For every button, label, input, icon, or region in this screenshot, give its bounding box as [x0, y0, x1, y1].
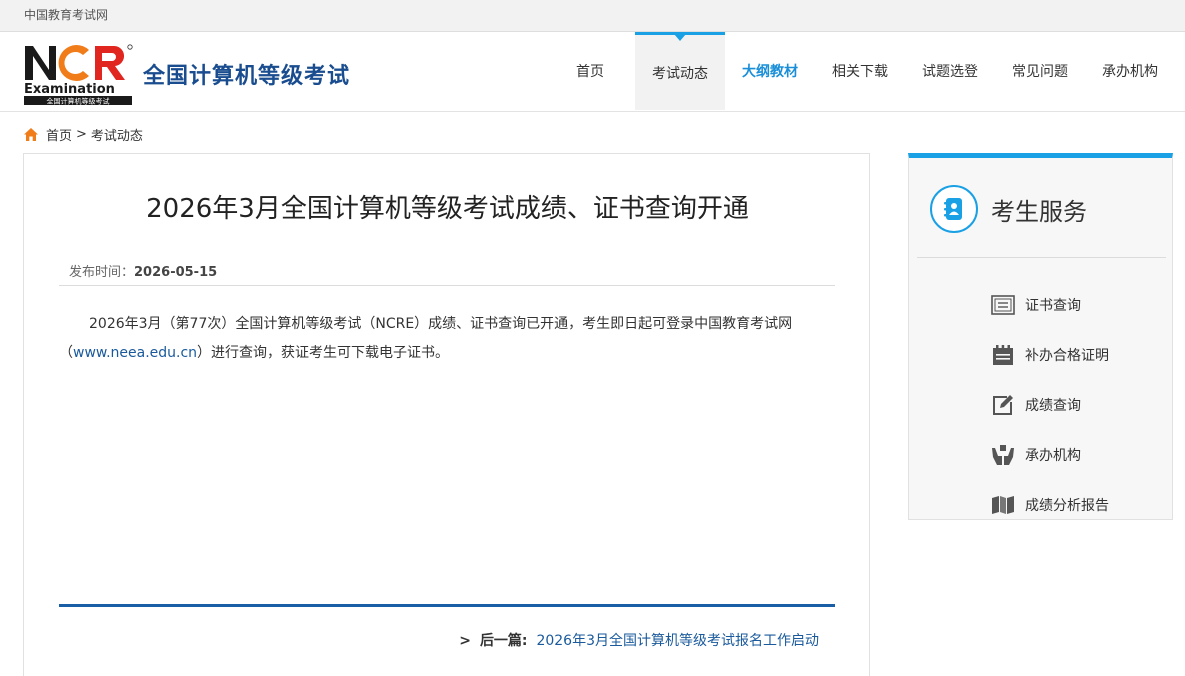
- nav-home[interactable]: 首页: [545, 32, 635, 110]
- breadcrumb: 首页 > 考试动态: [23, 124, 143, 144]
- service-label: 证书查询: [1025, 298, 1081, 314]
- services-badge-icon: [930, 185, 978, 233]
- article-body: 2026年3月（第77次）全国计算机等级考试（NCRE）成绩、证书查询已开通，考…: [59, 310, 835, 368]
- map-icon: [991, 494, 1015, 516]
- neea-top-link[interactable]: 中国教育考试网: [24, 6, 108, 23]
- article-meta: 发布时间：2026-05-15: [59, 261, 835, 286]
- article-title: 2026年3月全国计算机等级考试成绩、证书查询开通: [146, 194, 749, 224]
- certificate-icon: [991, 294, 1015, 316]
- next-label: 后一篇:: [479, 633, 528, 649]
- services-header: 考生服务: [917, 158, 1166, 258]
- article-divider: [59, 604, 835, 607]
- service-reissue-certificate[interactable]: 补办合格证明: [991, 330, 1109, 380]
- service-label: 承办机构: [1025, 448, 1081, 464]
- service-organizers[interactable]: 承办机构: [991, 430, 1109, 480]
- services-list: 证书查询 补办合格证明 成绩查询 承办机构 成绩分析报告: [991, 280, 1109, 530]
- active-caret-icon: [674, 34, 686, 41]
- nav-syllabus[interactable]: 大纲教材: [725, 32, 815, 110]
- main-nav: 首页 考试动态 大纲教材 相关下载 试题选登 常见问题 承办机构: [545, 32, 1175, 112]
- edit-icon: [991, 394, 1015, 416]
- next-article-link[interactable]: 2026年3月全国计算机等级考试报名工作启动: [536, 633, 819, 649]
- nav-organizers[interactable]: 承办机构: [1085, 32, 1175, 110]
- published-date: 2026-05-15: [134, 265, 218, 280]
- nav-sample-questions[interactable]: 试题选登: [905, 32, 995, 110]
- service-label: 补办合格证明: [1025, 348, 1109, 364]
- service-score-query[interactable]: 成绩查询: [991, 380, 1109, 430]
- candidate-services-panel: 考生服务 证书查询 补办合格证明 成绩查询 承办机构 成绩分析报告: [908, 153, 1173, 520]
- neea-link[interactable]: www.neea.edu.cn: [73, 345, 197, 361]
- svg-text:全国计算机等级考试: 全国计算机等级考试: [47, 97, 110, 106]
- hands-icon: [991, 444, 1015, 466]
- top-bar: 中国教育考试网: [0, 0, 1185, 32]
- ncre-logo[interactable]: Examination 全国计算机等级考试: [23, 42, 135, 106]
- breadcrumb-separator: >: [76, 126, 87, 142]
- home-icon: [24, 127, 38, 141]
- published-label: 发布时间：: [69, 265, 135, 280]
- calendar-icon: [991, 344, 1015, 366]
- next-article: > 后一篇: 2026年3月全国计算机等级考试报名工作启动: [459, 630, 819, 650]
- service-certificate-query[interactable]: 证书查询: [991, 280, 1109, 330]
- service-label: 成绩分析报告: [1025, 498, 1109, 514]
- svg-text:Examination: Examination: [24, 82, 115, 97]
- article-body-text-2: ）进行查询，获证考生可下载电子证书。: [197, 345, 450, 361]
- site-header: Examination 全国计算机等级考试 全国计算机等级考试 首页 考试动态 …: [0, 32, 1185, 112]
- next-marker: >: [459, 633, 472, 649]
- nav-faq[interactable]: 常见问题: [995, 32, 1085, 110]
- nav-exam-news[interactable]: 考试动态: [635, 32, 725, 110]
- breadcrumb-home[interactable]: 首页: [46, 125, 72, 144]
- service-label: 成绩查询: [1025, 398, 1081, 414]
- nav-exam-news-label: 考试动态: [652, 65, 708, 82]
- breadcrumb-current[interactable]: 考试动态: [91, 125, 143, 144]
- services-title: 考生服务: [991, 198, 1087, 226]
- nav-downloads[interactable]: 相关下载: [815, 32, 905, 110]
- site-title[interactable]: 全国计算机等级考试: [143, 58, 350, 90]
- service-score-report[interactable]: 成绩分析报告: [991, 480, 1109, 530]
- article-panel: 2026年3月全国计算机等级考试成绩、证书查询开通 发布时间：2026-05-1…: [23, 153, 870, 676]
